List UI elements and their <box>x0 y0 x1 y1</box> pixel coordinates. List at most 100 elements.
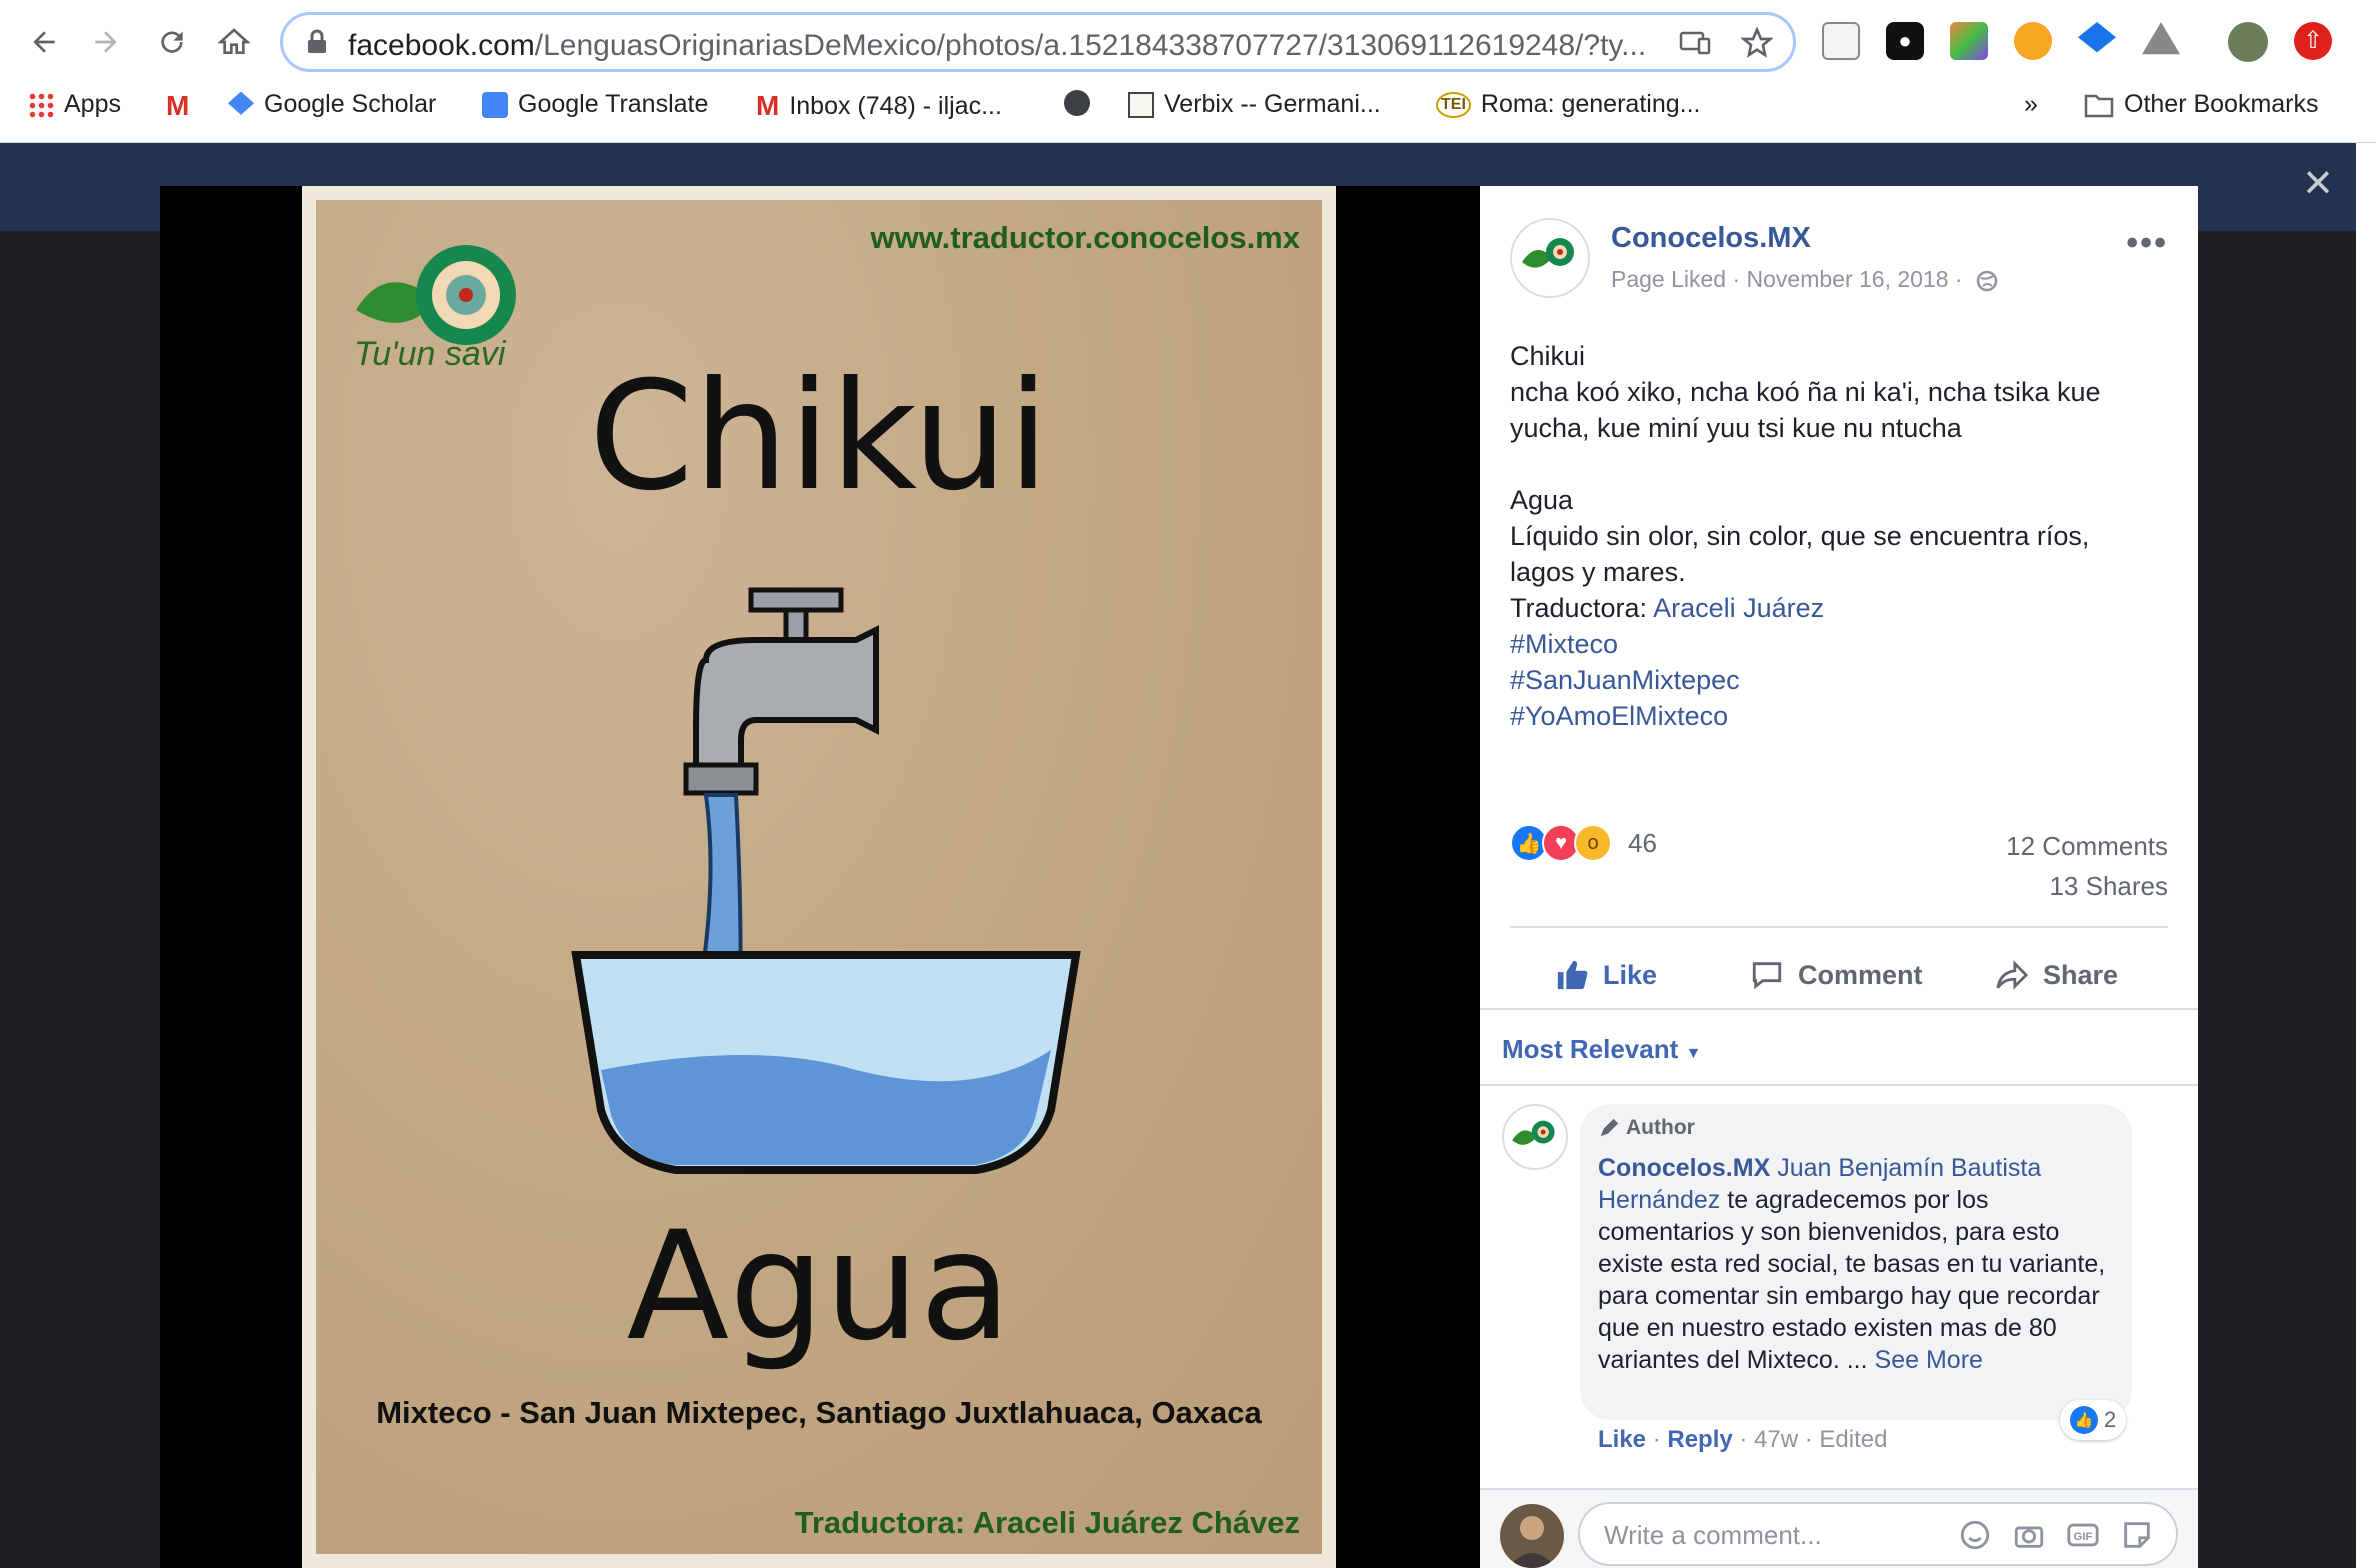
bookmark-inbox[interactable]: M Inbox (748) - iljac... <box>756 90 1002 122</box>
comment-bubble-icon <box>1752 962 1782 990</box>
scholar-cap-icon <box>228 91 254 115</box>
share-arrow-icon <box>1996 960 2029 990</box>
comment-reply-link[interactable]: Reply <box>1667 1426 1732 1453</box>
translator-line: Traductora: Araceli Juárez <box>1510 593 1825 623</box>
pencil-icon <box>1600 1118 1619 1137</box>
folder-icon <box>2084 94 2114 117</box>
author-badge: Author <box>1598 1116 2114 1140</box>
conocelos-logo-icon <box>1522 238 1574 268</box>
post-line: lagos y mares. <box>1510 557 1686 587</box>
comment-input[interactable]: Write a comment... GIF <box>1578 1502 2178 1566</box>
lock-extension-icon[interactable]: ● <box>1886 22 1924 60</box>
post-line: Agua <box>1510 485 1574 515</box>
comment-text: Conocelos.MX Juan Benjamín Bautista Hern… <box>1598 1154 2106 1374</box>
bookmarks-overflow[interactable]: » <box>2024 90 2038 119</box>
hashtag-link[interactable]: #YoAmoElMixteco <box>1510 698 2170 734</box>
comment-compose-bar: Write a comment... GIF <box>1480 1488 2198 1568</box>
post-line: Líquido sin olor, sin color, que se encu… <box>1510 521 2090 551</box>
tei-icon: TEI <box>1436 91 1471 118</box>
translate-icon <box>482 91 508 118</box>
comment-sort-dropdown[interactable]: Most Relevant ▼ <box>1502 1034 1701 1065</box>
comment-button[interactable]: Comment <box>1750 946 1923 1004</box>
gif-icon[interactable]: GIF <box>2066 1518 2100 1552</box>
comments-count-link[interactable]: 12 Comments <box>2006 831 2168 862</box>
comment-bubble: Author Conocelos.MX Juan Benjamín Bautis… <box>1580 1104 2132 1420</box>
shares-count-link[interactable]: 13 Shares <box>2049 871 2168 902</box>
translator-link[interactable]: Araceli Juárez <box>1653 593 1824 623</box>
see-more-link[interactable]: See More <box>1875 1346 1983 1374</box>
hand-extension-icon[interactable] <box>2014 22 2052 60</box>
like-button[interactable]: Like <box>1555 946 1657 1004</box>
close-icon: × <box>2303 154 2333 210</box>
emoji-icon[interactable] <box>1958 1518 1992 1552</box>
star-icon[interactable] <box>1741 27 1773 59</box>
divider <box>1510 926 2168 928</box>
post-line: ncha koó xiko, ncha koó ña ni ka'i, ncha… <box>1510 377 2101 407</box>
bookmark-roma[interactable]: TEI Roma: generating... <box>1436 90 1700 119</box>
bookmark-google-translate[interactable]: Google Translate <box>482 90 708 119</box>
poster-credit: Traductora: Araceli Juárez Chávez <box>794 1505 1300 1540</box>
back-button[interactable] <box>20 18 68 66</box>
reload-button[interactable] <box>148 18 196 66</box>
bookmark-gmail[interactable]: M <box>166 90 189 122</box>
bookmark-google-scholar[interactable]: Google Scholar <box>228 90 436 119</box>
forward-arrow-icon <box>95 31 117 53</box>
page-avatar[interactable] <box>1510 218 1590 298</box>
comment-like-link[interactable]: Like <box>1598 1426 1646 1453</box>
cast-icon[interactable] <box>1679 29 1711 57</box>
post-line-blank <box>1510 446 2170 482</box>
user-photo-icon <box>1508 1516 1556 1568</box>
gmail-icon: M <box>166 90 190 121</box>
other-bookmarks[interactable]: Other Bookmarks <box>2084 90 2319 119</box>
wow-reaction-icon: o <box>1574 824 1612 862</box>
home-icon <box>218 28 250 54</box>
poster-word: Chikui <box>588 350 1050 524</box>
sticker-icon[interactable] <box>2120 1518 2154 1552</box>
post-photo[interactable]: Tu'un savi www.traductor.conocelos.mx Ch… <box>302 186 1336 1568</box>
doc-extension-icon[interactable] <box>1822 22 1860 60</box>
comment-author-link[interactable]: Conocelos.MX <box>1598 1154 1770 1182</box>
globe-icon <box>1064 90 1090 116</box>
right-page-strip <box>2356 143 2376 1568</box>
back-arrow-icon <box>33 31 55 53</box>
update-arrow-icon[interactable]: ⇧ <box>2294 22 2332 60</box>
reaction-count: 46 <box>1628 827 1657 858</box>
share-button[interactable]: Share <box>1995 946 2118 1004</box>
post-line: yucha, kue miní yuu tsi kue nu ntucha <box>1510 413 1962 443</box>
bookmark-apps[interactable]: Apps <box>28 90 121 119</box>
forward-button[interactable] <box>82 18 130 66</box>
conocelos-logo-icon <box>1512 1120 1555 1145</box>
globe-privacy-icon[interactable] <box>1975 269 1999 293</box>
poster-region: Mixteco - San Juan Mixtepec, Santiago Ju… <box>376 1395 1262 1430</box>
post-meta: Page Liked · November 16, 2018 · <box>1611 266 1999 293</box>
hashtag-link[interactable]: #SanJuanMixtepec <box>1510 662 2170 698</box>
profile-avatar-icon[interactable] <box>2228 22 2268 62</box>
cube-extension-icon[interactable] <box>1950 22 1988 60</box>
gmail-icon: M <box>756 90 780 121</box>
commenter-avatar[interactable] <box>1502 1104 1568 1170</box>
close-viewer-button[interactable]: × <box>2296 157 2340 207</box>
home-button[interactable] <box>210 18 258 66</box>
post-line: Chikui <box>1510 341 1586 371</box>
browser-chrome: facebook.com/LenguasOriginariasDeMexico/… <box>0 0 2376 143</box>
poster-url: www.traductor.conocelos.mx <box>870 220 1300 255</box>
bookmark-globe[interactable] <box>1064 90 1090 116</box>
camera-icon[interactable] <box>2012 1518 2046 1552</box>
comment-like-badge[interactable]: 👍 2 <box>2060 1400 2127 1440</box>
address-bar[interactable]: facebook.com/LenguasOriginariasDeMexico/… <box>280 12 1796 72</box>
tuun-savi-logo-icon <box>356 245 516 345</box>
faucet-basin-illustration <box>571 587 1081 1174</box>
caret-down-icon: ▼ <box>1685 1045 1702 1062</box>
drive-extension-icon[interactable] <box>2142 22 2180 55</box>
svg-text:GIF: GIF <box>2074 1531 2093 1543</box>
reactions-summary[interactable]: 👍 ♥ o 46 <box>1510 824 1657 862</box>
bookmark-verbix[interactable]: Verbix -- Germani... <box>1128 90 1381 119</box>
divider <box>1480 1008 2198 1010</box>
scholar-extension-icon[interactable] <box>2078 22 2116 53</box>
more-options-icon[interactable]: ••• <box>2126 224 2168 263</box>
book-icon <box>1128 91 1154 118</box>
lock-icon <box>308 29 326 53</box>
bookmarks-bar: Apps M Google Scholar Google Translate M… <box>0 82 2376 130</box>
page-name-link[interactable]: Conocelos.MX <box>1611 222 1811 255</box>
hashtag-link[interactable]: #Mixteco <box>1510 626 2170 662</box>
